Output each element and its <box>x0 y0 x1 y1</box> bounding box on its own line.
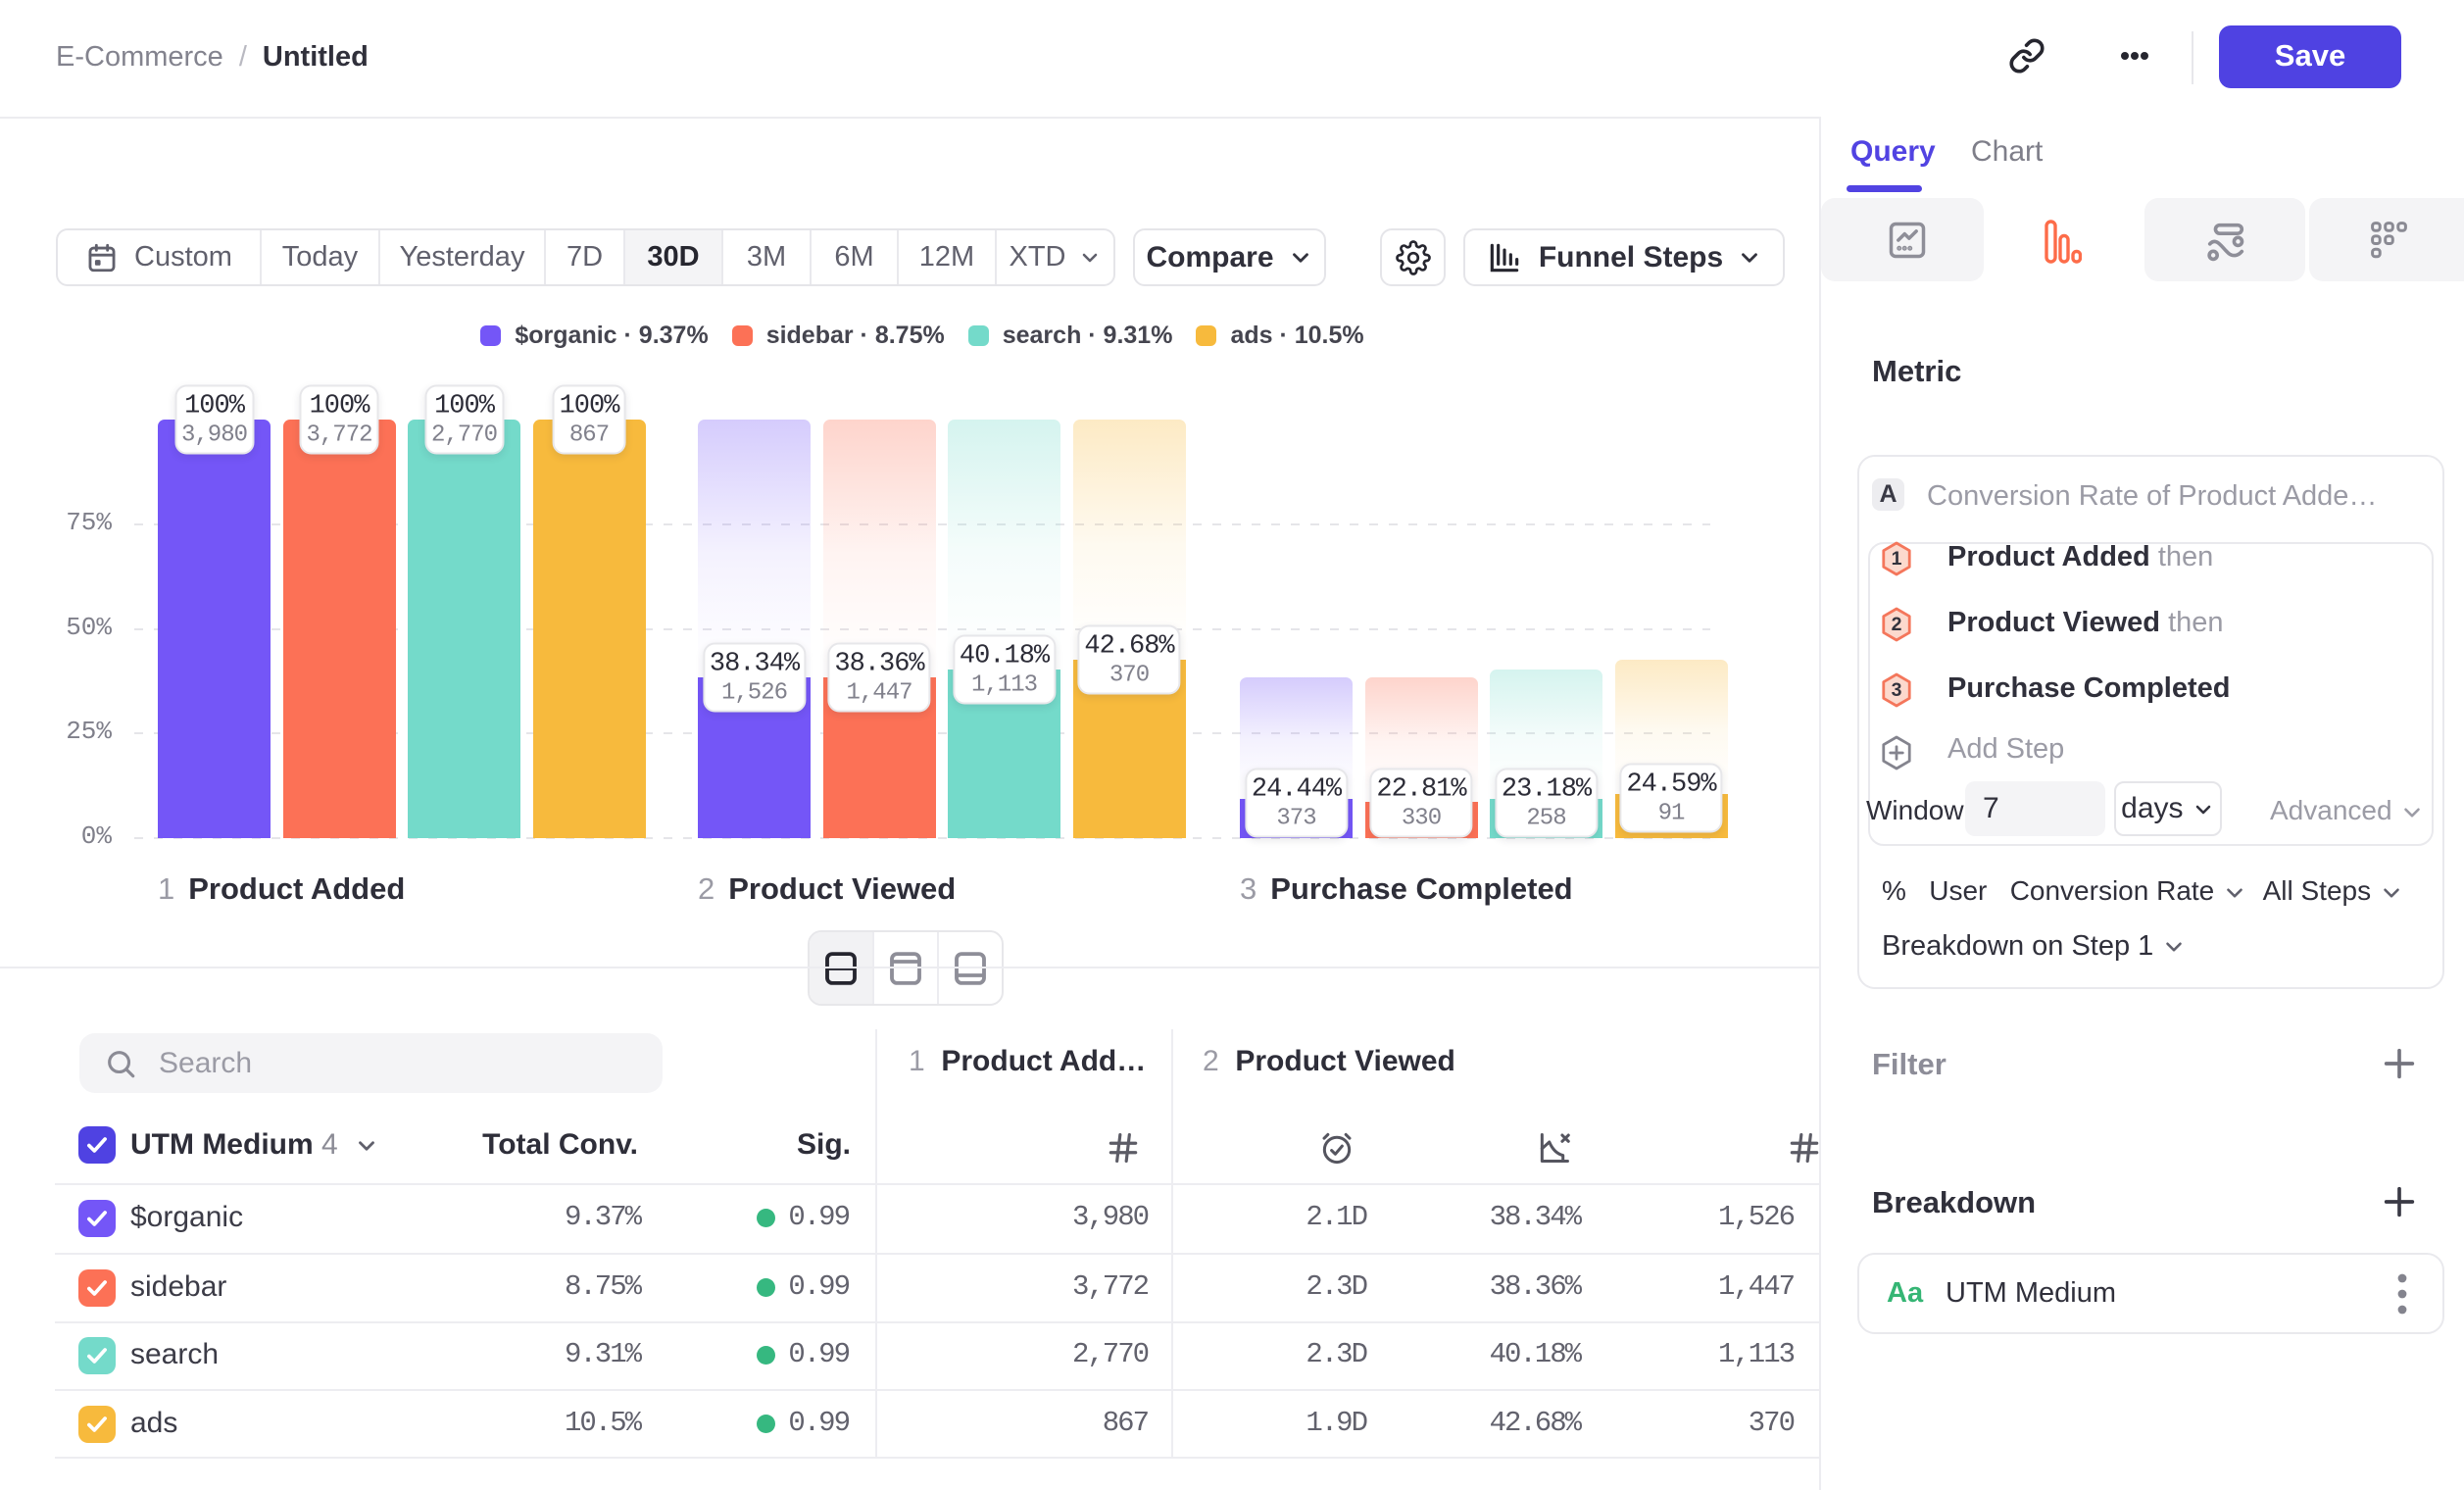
svg-text:1: 1 <box>1892 548 1902 570</box>
svg-text:3: 3 <box>1892 679 1902 701</box>
svg-text:2: 2 <box>1892 614 1902 635</box>
